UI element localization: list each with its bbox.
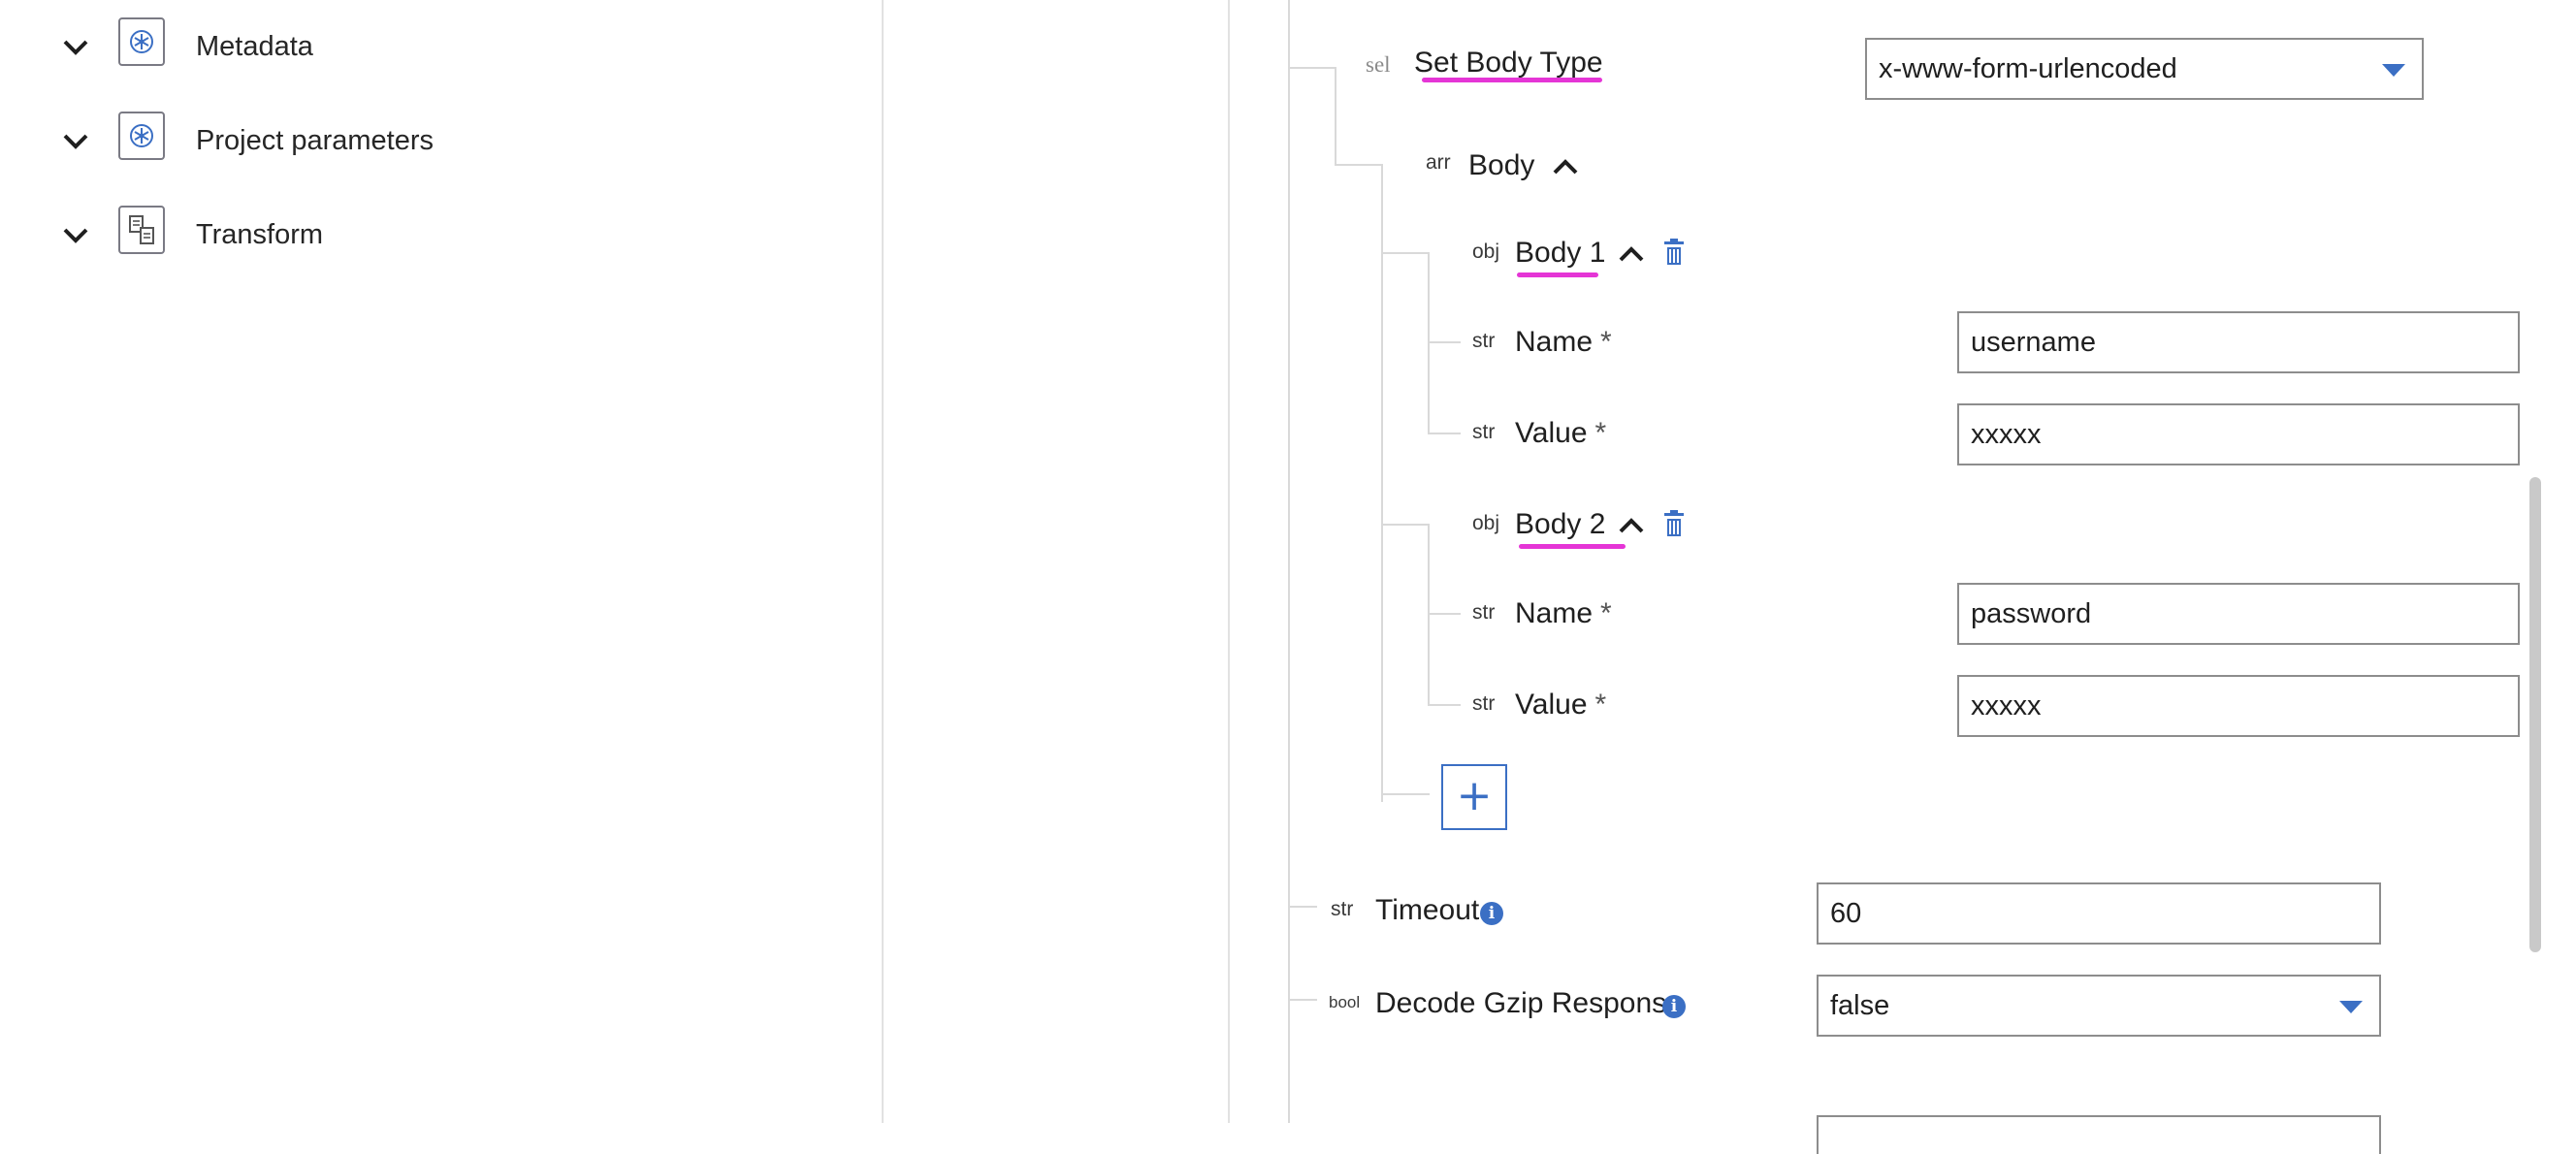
dropdown-caret-icon	[2382, 64, 2405, 77]
type-tag: obj	[1472, 240, 1500, 263]
plus-icon: +	[1456, 771, 1493, 820]
body2-name-input[interactable]: password	[1957, 583, 2520, 645]
decode-gzip-select[interactable]: false	[1817, 975, 2381, 1037]
tree-line	[1383, 252, 1430, 254]
body-array-label: Body	[1468, 149, 1535, 181]
tree-item-project-parameters[interactable]: Project parameters	[0, 112, 873, 174]
required-mark: *	[1594, 689, 1607, 721]
next-field-input[interactable]	[1817, 1115, 2381, 1154]
field-label: Name *	[1515, 326, 1612, 359]
timeout-input[interactable]: 60	[1817, 882, 2381, 945]
delete-trash-icon[interactable]	[1662, 510, 1686, 539]
info-icon[interactable]: i	[1480, 902, 1503, 925]
tree-item-label: Transform	[196, 219, 324, 250]
tree-line	[1336, 164, 1383, 166]
input-value: 60	[1830, 897, 1862, 929]
required-mark: *	[1594, 417, 1607, 449]
tree-line	[1428, 254, 1430, 434]
required-mark: *	[1600, 326, 1612, 358]
tree-line	[1430, 613, 1461, 615]
tree-line	[1290, 999, 1317, 1001]
annotation-underline	[1519, 544, 1626, 549]
tree-line	[1381, 164, 1383, 802]
value-label-text: Value	[1515, 689, 1588, 721]
type-tag: str	[1472, 421, 1496, 443]
chevron-down-icon[interactable]	[62, 133, 89, 150]
tree-line	[1288, 0, 1290, 1123]
set-body-type-label: Set Body Type	[1414, 47, 1603, 79]
name-label-text: Name	[1515, 326, 1594, 358]
body1-value-input[interactable]: xxxxx	[1957, 403, 2520, 465]
chevron-down-icon[interactable]	[62, 227, 89, 244]
tree-line	[1430, 704, 1461, 706]
tree-item-label: Project parameters	[196, 125, 434, 156]
field-label: Name *	[1515, 597, 1612, 630]
chevron-down-icon[interactable]	[62, 39, 89, 56]
value-label-text: Value	[1515, 417, 1588, 449]
dropdown-caret-icon	[2339, 1001, 2363, 1013]
api-component-icon	[118, 17, 165, 66]
tree-line	[1430, 341, 1461, 343]
tree-line	[1430, 433, 1461, 434]
field-label: Value *	[1515, 689, 1606, 721]
input-value: xxxxx	[1971, 418, 2042, 450]
body-type-select[interactable]: x-www-form-urlencoded	[1865, 38, 2424, 100]
timeout-label: Timeout	[1375, 894, 1480, 926]
name-label-text: Name	[1515, 597, 1594, 629]
left-panel: Metadata Project parameters Transform	[0, 0, 883, 1123]
input-value: xxxxx	[1971, 689, 2042, 721]
type-tag: str	[1472, 601, 1496, 624]
tree-item-metadata[interactable]: Metadata	[0, 17, 873, 80]
field-label: Value *	[1515, 417, 1606, 450]
tree-line	[1290, 67, 1336, 69]
tree-item-label: Metadata	[196, 31, 313, 62]
select-value: false	[1830, 989, 1890, 1021]
panel-divider	[882, 0, 884, 1123]
body-item-label: Body 1	[1515, 237, 1606, 269]
type-tag: str	[1472, 330, 1496, 352]
scrollbar-thumb[interactable]	[2529, 477, 2541, 952]
add-body-item-button[interactable]: +	[1441, 764, 1507, 830]
api-component-icon	[118, 112, 165, 160]
body1-name-input[interactable]: username	[1957, 311, 2520, 373]
tree-line	[1290, 906, 1317, 908]
properties-form: sel Set Body Type x-www-form-urlencoded …	[1230, 0, 2576, 1154]
tree-line	[1428, 526, 1430, 706]
type-tag: sel	[1366, 52, 1391, 77]
type-tag: bool	[1329, 993, 1361, 1011]
body-type-value: x-www-form-urlencoded	[1879, 52, 2177, 84]
body2-value-input[interactable]: xxxxx	[1957, 675, 2520, 737]
type-tag: obj	[1472, 512, 1500, 534]
annotation-underline	[1422, 78, 1602, 82]
body-item-label: Body 2	[1515, 508, 1606, 540]
chevron-up-icon[interactable]	[1618, 244, 1645, 264]
info-icon[interactable]: i	[1662, 995, 1686, 1018]
chevron-up-icon[interactable]	[1552, 157, 1579, 176]
decode-gzip-label: Decode Gzip Response	[1375, 987, 1683, 1019]
type-tag: str	[1331, 898, 1354, 920]
annotation-underline	[1517, 272, 1598, 277]
tree-line	[1335, 67, 1336, 166]
tree-line	[1383, 524, 1430, 526]
input-value: username	[1971, 326, 2096, 358]
chevron-up-icon[interactable]	[1618, 516, 1645, 535]
type-tag: arr	[1426, 151, 1451, 174]
required-mark: *	[1600, 597, 1612, 629]
type-tag: str	[1472, 692, 1496, 715]
tree-line	[1383, 793, 1430, 795]
tree-item-transform[interactable]: Transform	[0, 206, 873, 268]
transform-icon	[118, 206, 165, 254]
delete-trash-icon[interactable]	[1662, 239, 1686, 268]
input-value: password	[1971, 597, 2092, 629]
